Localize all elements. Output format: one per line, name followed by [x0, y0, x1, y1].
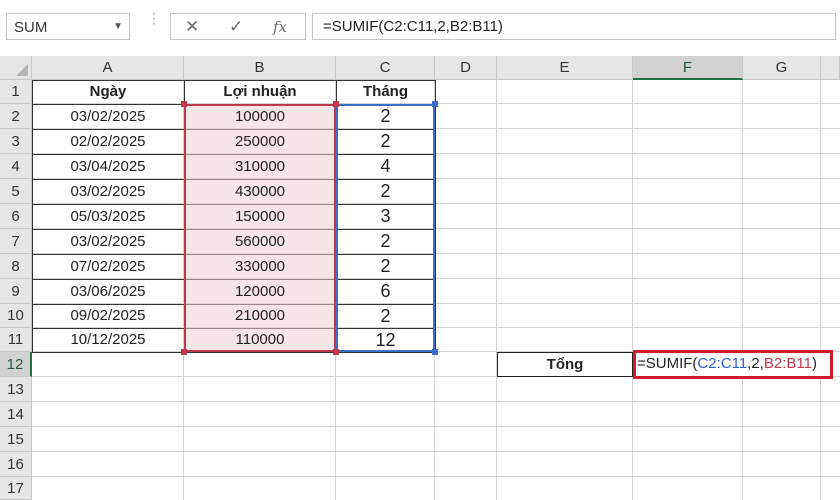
formula-bar-area: SUM ▼ ⋮ ✕ ✓ fx =SUMIF(C2:C11,2,B2:B11) — [0, 0, 840, 56]
cancel-icon[interactable]: ✕ — [185, 17, 199, 37]
month-cell[interactable]: 2 — [336, 304, 435, 328]
row-header-9[interactable]: 9 — [0, 279, 32, 304]
column-header-d[interactable]: D — [435, 56, 497, 80]
profit-cell[interactable]: 310000 — [184, 154, 336, 179]
date-cell[interactable]: 03/02/2025 — [32, 229, 184, 254]
month-cell[interactable]: 2 — [336, 254, 435, 279]
column-header-c[interactable]: C — [336, 56, 435, 80]
column-header-a[interactable]: A — [32, 56, 184, 80]
header-cell-a[interactable]: Ngày — [32, 80, 184, 104]
sum-range-ref: B2:B11 — [763, 355, 812, 372]
profit-cell[interactable]: 430000 — [184, 179, 336, 204]
row-header-11[interactable]: 11 — [0, 328, 32, 352]
date-cell[interactable]: 03/02/2025 — [32, 179, 184, 204]
month-cell[interactable]: 2 — [336, 129, 435, 154]
profit-cell[interactable]: 560000 — [184, 229, 336, 254]
total-label-cell[interactable]: Tổng — [497, 352, 633, 377]
row-header-14[interactable]: 14 — [0, 402, 32, 427]
criteria-value: ,2, — [747, 355, 764, 372]
formula-suffix: ) — [811, 355, 817, 372]
date-cell[interactable]: 03/04/2025 — [32, 154, 184, 179]
column-header-f[interactable]: F — [633, 56, 743, 80]
profit-cell[interactable]: 150000 — [184, 204, 336, 229]
insert-function-icon[interactable]: fx — [273, 18, 287, 36]
month-cell[interactable]: 2 — [336, 104, 435, 129]
formula-prefix: =SUMIF( — [637, 355, 698, 372]
header-cell-c[interactable]: Tháng — [336, 80, 435, 104]
header-cell-b[interactable]: Lợi nhuận — [184, 80, 336, 104]
chevron-down-icon[interactable]: ▼ — [113, 21, 123, 32]
row-header-13[interactable]: 13 — [0, 377, 32, 402]
formula-input[interactable]: =SUMIF(C2:C11,2,B2:B11) — [312, 13, 836, 40]
name-box-value: SUM — [14, 19, 48, 36]
row-header-2[interactable]: 2 — [0, 104, 32, 129]
month-cell[interactable]: 2 — [336, 179, 435, 204]
column-header-partial[interactable] — [821, 56, 840, 80]
name-box[interactable]: SUM ▼ — [6, 13, 130, 40]
month-cell[interactable]: 3 — [336, 204, 435, 229]
formula-buttons: ✕ ✓ fx — [170, 13, 306, 40]
row-header-5[interactable]: 5 — [0, 179, 32, 204]
date-cell[interactable]: 05/03/2025 — [32, 204, 184, 229]
profit-cell[interactable]: 250000 — [184, 129, 336, 154]
select-all-icon — [16, 64, 28, 76]
row-header-17[interactable]: 17 — [0, 477, 32, 500]
row-header-15[interactable]: 15 — [0, 427, 32, 452]
enter-icon[interactable]: ✓ — [229, 17, 243, 37]
select-all-button[interactable] — [0, 56, 32, 80]
row-header-10[interactable]: 10 — [0, 304, 32, 328]
month-cell[interactable]: 6 — [336, 279, 435, 304]
date-cell[interactable]: 03/06/2025 — [32, 279, 184, 304]
date-cell[interactable]: 09/02/2025 — [32, 304, 184, 328]
row-header-8[interactable]: 8 — [0, 254, 32, 279]
profit-cell[interactable]: 210000 — [184, 304, 336, 328]
row-header-16[interactable]: 16 — [0, 452, 32, 477]
column-header-b[interactable]: B — [184, 56, 336, 80]
row-header-1[interactable]: 1 — [0, 80, 32, 104]
formula-text: =SUMIF(C2:C11,2,B2:B11) — [323, 18, 503, 35]
row-header-4[interactable]: 4 — [0, 154, 32, 179]
profit-cell[interactable]: 120000 — [184, 279, 336, 304]
row-header-7[interactable]: 7 — [0, 229, 32, 254]
month-cell[interactable]: 4 — [336, 154, 435, 179]
column-header-e[interactable]: E — [497, 56, 633, 80]
month-cell[interactable]: 2 — [336, 229, 435, 254]
drag-handle-icon[interactable]: ⋮ — [147, 11, 161, 25]
date-cell[interactable]: 10/12/2025 — [32, 328, 184, 352]
criteria-range-ref: C2:C11 — [697, 355, 748, 372]
row-header-3[interactable]: 3 — [0, 129, 32, 154]
date-cell[interactable]: 03/02/2025 — [32, 104, 184, 129]
row-header-6[interactable]: 6 — [0, 204, 32, 229]
row-header-12[interactable]: 12 — [0, 352, 32, 377]
column-header-g[interactable]: G — [743, 56, 821, 80]
profit-cell[interactable]: 100000 — [184, 104, 336, 129]
date-cell[interactable]: 07/02/2025 — [32, 254, 184, 279]
total-label: Tổng — [546, 356, 584, 373]
profit-cell[interactable]: 330000 — [184, 254, 336, 279]
profit-cell[interactable]: 110000 — [184, 328, 336, 352]
month-cell[interactable]: 12 — [336, 328, 435, 352]
active-edit-cell[interactable]: =SUMIF(C2:C11,2,B2:B11) — [633, 350, 833, 379]
date-cell[interactable]: 02/02/2025 — [32, 129, 184, 154]
